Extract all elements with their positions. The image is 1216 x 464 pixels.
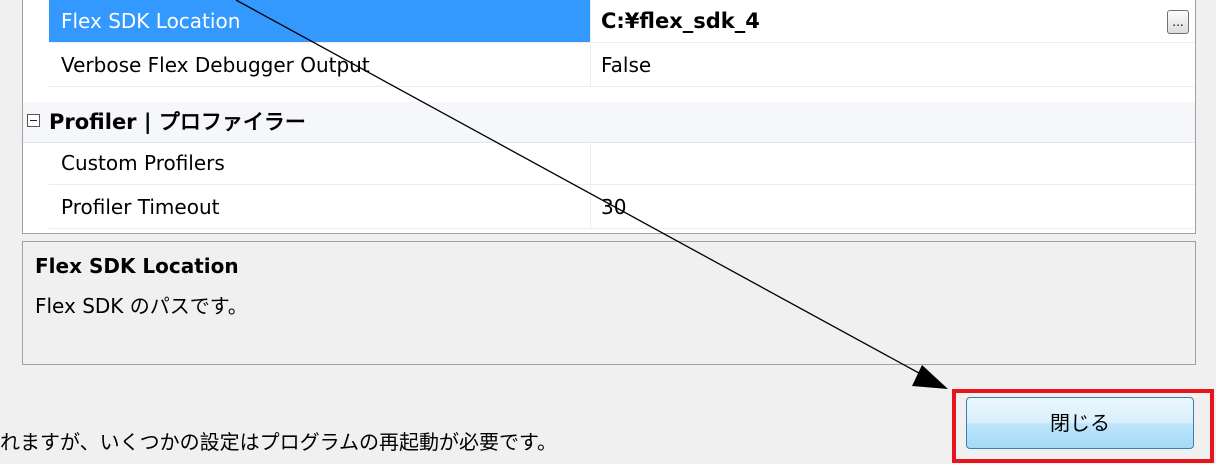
- property-label[interactable]: Verbose Flex Debugger Output: [49, 44, 591, 87]
- property-row-flex-sdk-location[interactable]: Flex SDK Location C:¥flex_sdk_4 ...: [23, 0, 1195, 44]
- arrowhead: [912, 365, 948, 389]
- status-message: れますが、いくつかの設定はプログラムの再起動が必要です。: [0, 430, 557, 454]
- close-button[interactable]: 閉じる: [966, 397, 1194, 449]
- property-row-verbose-debugger[interactable]: Verbose Flex Debugger Output False: [23, 44, 1195, 88]
- property-value[interactable]: False: [591, 44, 1195, 87]
- description-title: Flex SDK Location: [35, 254, 239, 278]
- category-profiler[interactable]: Profiler | プロファイラー: [23, 102, 1195, 143]
- category-label: Profiler | プロファイラー: [49, 110, 306, 134]
- property-value[interactable]: [591, 142, 1195, 185]
- property-row-profiler-timeout[interactable]: Profiler Timeout 30: [23, 186, 1195, 230]
- property-value[interactable]: 30: [591, 186, 1195, 229]
- property-grid: Flex SDK Location C:¥flex_sdk_4 ... Verb…: [22, 0, 1196, 234]
- description-panel: Flex SDK Location Flex SDK のパスです。: [22, 241, 1196, 365]
- property-row-custom-profilers[interactable]: Custom Profilers: [23, 142, 1195, 186]
- property-label[interactable]: Custom Profilers: [49, 142, 591, 185]
- collapse-minus-icon[interactable]: [27, 114, 40, 127]
- browse-ellipsis-button[interactable]: ...: [1167, 10, 1189, 34]
- property-label[interactable]: Flex SDK Location: [49, 0, 591, 43]
- description-text: Flex SDK のパスです。: [35, 294, 248, 318]
- property-value[interactable]: C:¥flex_sdk_4: [591, 0, 1195, 43]
- property-label[interactable]: Profiler Timeout: [49, 186, 591, 229]
